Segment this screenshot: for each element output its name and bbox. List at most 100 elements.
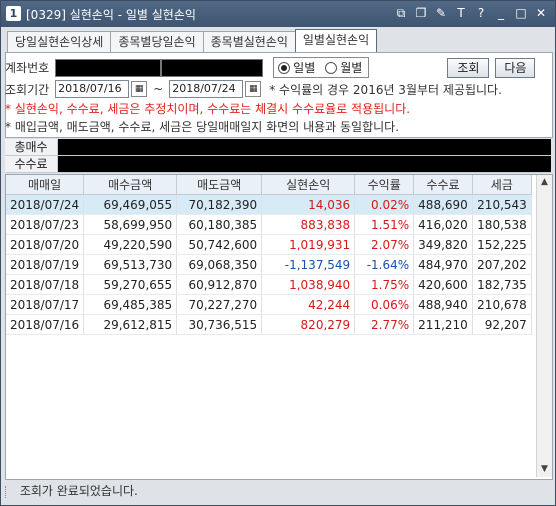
tab-today-by-stock[interactable]: 종목별당일손익 [110,31,204,52]
title-bar[interactable]: 1 [0329] 실현손익 - 일별 실현손익 ⧉ ❐ ✎ T? _ □ ✕ [1,1,555,27]
cell-date: 2018/07/24 [6,194,85,215]
period-row: 조회기간 2018/07/16 ▦ ~ 2018/07/24 ▦ * 수익률의 … [5,80,502,98]
cell-buy: 69,469,055 [83,194,178,215]
cell-fee: 488,690 [413,194,473,215]
period-type-group: 일별 월별 [273,57,370,78]
scroll-up-icon[interactable]: ▲ [537,175,552,190]
account-name-field [161,58,264,77]
copy-icon[interactable]: ❐ [413,5,429,21]
cell-buy: 69,485,385 [83,294,178,315]
minimize-icon[interactable]: _ [493,5,509,21]
cell-rate: 2.77% [354,314,415,335]
cell-tax: 207,202 [472,254,532,275]
cell-rate: 2.07% [354,234,415,255]
help-icon[interactable]: ? [473,5,489,21]
cell-buy: 58,699,950 [83,214,178,235]
cell-buy: 29,612,815 [83,314,178,335]
tab-realized-by-stock[interactable]: 종목별실현손익 [202,31,296,52]
table-row[interactable]: 2018/07/18 59,270,655 60,912,870 1,038,940 1… [6,274,532,295]
col-return-rate[interactable]: 수익률 [354,175,415,195]
table-row[interactable]: 2018/07/16 29,612,815 30,736,515 820,279 2.7… [6,314,532,335]
window-title: [0329] 실현손익 - 일별 실현손익 [26,8,196,22]
table-row[interactable]: 2018/07/24 69,469,055 70,182,390 14,036 0.02… [6,194,532,215]
query-button[interactable]: 조회 [447,57,490,78]
tab-today-detail[interactable]: 당일실현손익상세 [7,31,112,52]
radio-daily-label: 일별 [293,61,316,75]
grip-icon [5,485,10,498]
cell-rate: 0.02% [354,194,415,215]
date-to-input[interactable]: 2018/07/24 [169,80,244,98]
link-icon[interactable]: ✎ [433,5,449,21]
cell-buy: 49,220,590 [83,234,178,255]
period-label: 조회기간 [5,82,50,97]
cell-buy: 59,270,655 [83,274,178,295]
radio-monthly-indicator[interactable] [325,61,338,74]
col-date[interactable]: 매매일 [6,175,85,195]
cell-fee: 416,020 [413,214,473,235]
date-from-input[interactable]: 2018/07/16 [55,80,130,98]
table-row[interactable]: 2018/07/17 69,485,385 70,227,270 42,244 0.06… [6,294,532,315]
scroll-down-icon[interactable]: ▼ [537,462,552,477]
cell-sell: 30,736,515 [176,314,263,335]
cell-pnl: 42,244 [261,294,356,315]
cell-date: 2018/07/19 [6,254,85,275]
close-icon[interactable]: ✕ [533,5,549,21]
table-body: 2018/07/24 69,469,055 70,182,390 14,036 0.02… [6,194,532,335]
cell-sell: 60,912,870 [176,274,263,295]
col-realized-pnl[interactable]: 실현손익 [261,175,356,195]
maximize-icon[interactable]: □ [513,5,529,21]
cell-date: 2018/07/23 [6,214,85,235]
radio-daily[interactable]: 일별 [278,59,315,76]
fee-label: 수수료 [5,156,58,172]
status-message: 조회가 완료되었습니다. [19,484,138,498]
app-number-icon: 1 [6,6,21,21]
same-content-note: * 매입금액, 매도금액, 수수료, 세금은 당일매매일지 화면의 내용과 동일… [5,120,400,134]
cell-pnl: 820,279 [261,314,356,335]
tab-daily-realized[interactable]: 일별실현손익 [294,29,378,52]
notes-black-row: * 매입금액, 매도금액, 수수료, 세금은 당일매매일지 화면의 내용과 동일… [5,118,399,135]
table-header-row: 매매일 매수금액 매도금액 실현손익 수익률 수수료 세금 [6,175,532,195]
col-buy-amount[interactable]: 매수금액 [83,175,178,195]
tab-bar: 당일실현손익상세 종목별당일손익 종목별실현손익 일별실현손익 [7,29,378,52]
main-window: 1 [0329] 실현손익 - 일별 실현손익 ⧉ ❐ ✎ T? _ □ ✕ 당일실현손익상… [0,0,556,506]
font-size-icon[interactable]: T [453,5,469,21]
account-label: 계좌번호 [5,61,50,75]
radio-daily-indicator[interactable] [278,61,291,74]
table-row[interactable]: 2018/07/19 69,513,730 69,068,350 -1,137,549… [6,254,532,275]
cell-rate: -1.64% [354,254,415,275]
radio-monthly[interactable]: 월별 [325,59,362,76]
calendar-to-icon[interactable]: ▦ [245,81,262,97]
account-number-field[interactable] [55,58,162,77]
fee-value [58,156,551,172]
restore-icon[interactable]: ⧉ [393,5,409,21]
table-row[interactable]: 2018/07/23 58,699,950 60,180,385 883,838 1.5… [6,214,532,235]
cell-pnl: -1,137,549 [261,254,356,275]
total-buy-label: 총매수 [5,139,58,155]
cell-buy: 69,513,730 [83,254,178,275]
next-button[interactable]: 다음 [495,57,536,78]
cell-fee: 484,970 [413,254,473,275]
cell-pnl: 1,038,940 [261,274,356,295]
status-bar: 조회가 완료되었습니다. [5,482,551,500]
cell-pnl: 883,838 [261,214,356,235]
col-fee[interactable]: 수수료 [413,175,473,195]
cell-tax: 152,225 [472,234,532,255]
cell-date: 2018/07/17 [6,294,85,315]
period-note: * 수익률의 경우 2016년 3월부터 제공됩니다. [269,82,502,97]
cell-tax: 92,207 [472,314,532,335]
cell-pnl: 14,036 [261,194,356,215]
cell-fee: 420,600 [413,274,473,295]
vertical-scrollbar[interactable]: ▲ ▼ [536,175,552,477]
summary-box: 총매수 수수료 [5,139,551,173]
cell-date: 2018/07/20 [6,234,85,255]
radio-monthly-label: 월별 [340,61,363,75]
cell-pnl: 1,019,931 [261,234,356,255]
table-row[interactable]: 2018/07/20 49,220,590 50,742,600 1,019,931 2… [6,234,532,255]
cell-rate: 1.51% [354,214,415,235]
total-buy-value [58,139,551,155]
cell-tax: 210,678 [472,294,532,315]
col-tax[interactable]: 세금 [472,175,532,195]
col-sell-amount[interactable]: 매도금액 [176,175,263,195]
cell-sell: 50,742,600 [176,234,263,255]
calendar-from-icon[interactable]: ▦ [131,81,148,97]
